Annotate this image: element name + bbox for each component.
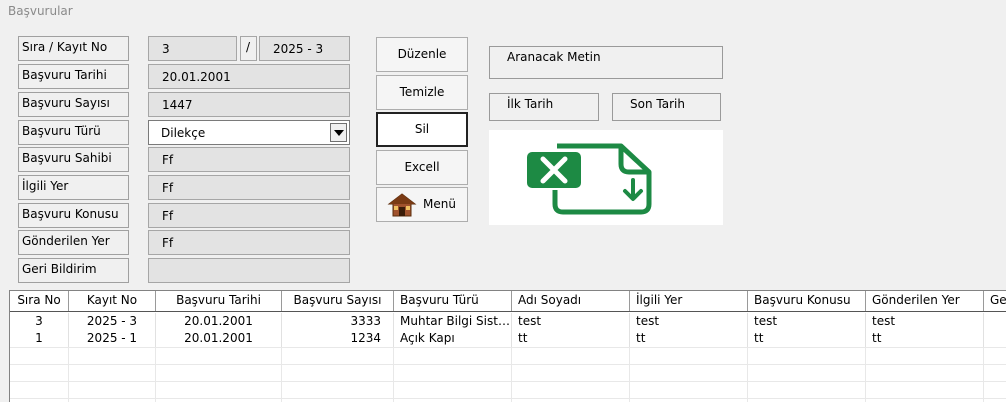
table-cell: tt — [866, 330, 984, 347]
chevron-down-icon[interactable] — [330, 123, 347, 142]
basvuru-turu-select[interactable]: Dilekçe — [148, 120, 350, 145]
temizle-button[interactable]: Temizle — [376, 75, 468, 110]
separator: / — [240, 36, 257, 61]
grid-line — [10, 398, 1006, 399]
grid-line — [393, 347, 394, 402]
label-gonderilen-yer: Gönderilen Yer — [18, 230, 129, 255]
grid-line — [281, 347, 282, 402]
column-header[interactable]: Sıra No — [10, 291, 69, 311]
column-header[interactable]: Kayıt No — [69, 291, 156, 311]
table-cell: 1 — [10, 330, 69, 347]
table-cell: 3333 — [282, 313, 394, 330]
grid-line — [10, 347, 1006, 348]
column-header[interactable]: İlgili Yer — [630, 291, 748, 311]
table-cell: test — [512, 313, 630, 330]
table-cell: 1234 — [282, 330, 394, 347]
menu-button-label: Menü — [423, 197, 456, 211]
table-cell: Muhtar Bilgi Sist… — [394, 313, 512, 330]
grid-line — [10, 364, 1006, 365]
ilk-tarih-input[interactable]: İlk Tarih — [489, 93, 599, 121]
excell-button[interactable]: Excell — [376, 150, 468, 185]
table-header: Sıra No Kayıt No Başvuru Tarihi Başvuru … — [10, 291, 1006, 312]
column-header[interactable]: Adı Soyadı — [512, 291, 630, 311]
sil-button[interactable]: Sil — [376, 112, 468, 147]
column-header[interactable]: Başvuru Sayısı — [282, 291, 394, 311]
column-header[interactable]: Ge — [984, 291, 1006, 311]
table-cell: 3 — [10, 313, 69, 330]
label-basvuru-turu: Başvuru Türü — [18, 120, 129, 145]
table-cell: 2025 - 3 — [69, 313, 156, 330]
basvuru-table[interactable]: Sıra No Kayıt No Başvuru Tarihi Başvuru … — [9, 290, 1006, 402]
table-row[interactable]: 1 2025 - 1 20.01.2001 1234 Açık Kapı tt … — [10, 330, 1006, 347]
column-header[interactable]: Başvuru Türü — [394, 291, 512, 311]
basvuru-sahibi-field[interactable]: Ff — [148, 147, 350, 172]
column-header[interactable]: Başvuru Konusu — [748, 291, 866, 311]
grid-line — [747, 347, 748, 402]
table-cell: 2025 - 1 — [69, 330, 156, 347]
grid-line — [983, 347, 984, 402]
table-cell: tt — [512, 330, 630, 347]
table-cell: tt — [748, 330, 866, 347]
excel-export-area[interactable] — [489, 130, 723, 225]
label-basvuru-sahibi: Başvuru Sahibi — [18, 147, 129, 172]
grid-line — [865, 347, 866, 402]
gonderilen-yer-field[interactable]: Ff — [148, 230, 350, 255]
grid-line — [629, 347, 630, 402]
label-basvuru-sayisi: Başvuru Sayısı — [18, 92, 129, 117]
geri-bildirim-field[interactable] — [148, 258, 350, 283]
aranacak-metin-input[interactable]: Aranacak Metin — [489, 46, 723, 79]
column-header[interactable]: Gönderilen Yer — [866, 291, 984, 311]
table-cell: 20.01.2001 — [156, 330, 282, 347]
grid-line — [511, 347, 512, 402]
table-row[interactable]: 3 2025 - 3 20.01.2001 3333 Muhtar Bilgi … — [10, 313, 1006, 330]
sira-field[interactable]: 3 — [148, 36, 237, 61]
house-icon — [387, 193, 417, 217]
table-cell — [984, 330, 1006, 347]
column-header[interactable]: Başvuru Tarihi — [156, 291, 282, 311]
grid-line — [68, 347, 69, 402]
grid-line — [155, 347, 156, 402]
label-ilgili-yer: İlgili Yer — [18, 175, 129, 200]
son-tarih-input[interactable]: Son Tarih — [612, 93, 721, 121]
duzenle-button[interactable]: Düzenle — [376, 37, 468, 72]
kayit-no-field[interactable]: 2025 - 3 — [259, 36, 350, 61]
table-cell: test — [748, 313, 866, 330]
basvuru-turu-value: Dilekçe — [161, 126, 206, 140]
label-basvuru-konusu: Başvuru Konusu — [18, 203, 129, 228]
basvuru-sayisi-field[interactable]: 1447 — [148, 92, 350, 117]
basvuru-konusu-field[interactable]: Ff — [148, 203, 350, 228]
table-cell: tt — [630, 330, 748, 347]
table-cell: test — [630, 313, 748, 330]
table-cell: 20.01.2001 — [156, 313, 282, 330]
grid-line — [10, 381, 1006, 382]
excel-export-icon[interactable] — [525, 140, 689, 216]
table-cell: Açık Kapı — [394, 330, 512, 347]
menu-button[interactable]: Menü — [376, 187, 468, 222]
label-geri-bildirim: Geri Bildirim — [18, 258, 129, 283]
table-cell — [984, 313, 1006, 330]
table-cell: test — [866, 313, 984, 330]
basvuru-tarihi-field[interactable]: 20.01.2001 — [148, 64, 350, 89]
ilgili-yer-field[interactable]: Ff — [148, 175, 350, 200]
label-basvuru-tarihi: Başvuru Tarihi — [18, 64, 129, 89]
window-title: Başvurular — [8, 4, 73, 18]
label-sira-kayit: Sıra / Kayıt No — [18, 36, 129, 61]
